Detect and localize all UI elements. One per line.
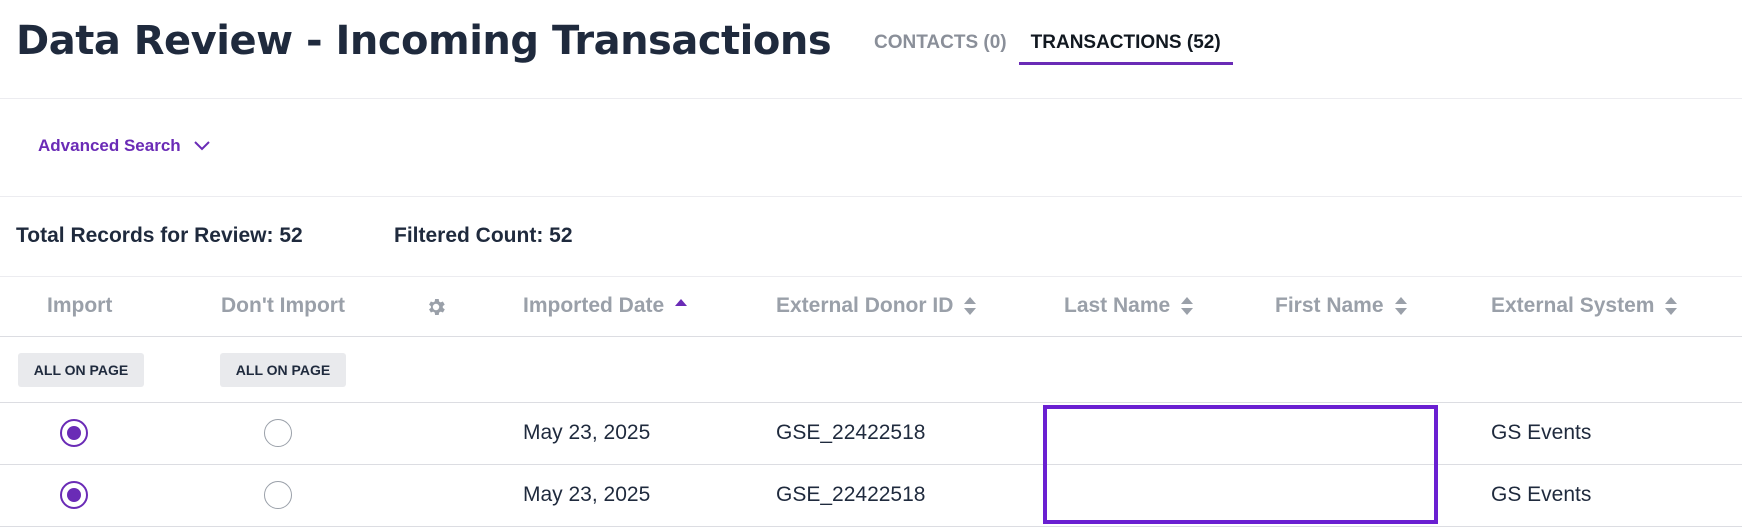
page-header: Data Review - Incoming Transactions CONT…: [0, 0, 1742, 99]
dont-import-all-on-page-button[interactable]: ALL ON PAGE: [220, 353, 346, 387]
divider: [0, 276, 1742, 277]
tab-transactions[interactable]: TRANSACTIONS (52): [1018, 28, 1233, 65]
dont-import-radio[interactable]: [264, 419, 292, 447]
chevron-down-icon: [193, 141, 210, 151]
column-header-external-donor-id[interactable]: External Donor ID: [776, 294, 977, 318]
column-header-dont-import: Don't Import: [221, 294, 345, 317]
table-row: May 23, 2025 GSE_22422518 GS Events: [0, 465, 1742, 527]
external-donor-id-cell: GSE_22422518: [776, 483, 926, 506]
column-header-external-system[interactable]: External System: [1491, 294, 1678, 318]
sort-icon[interactable]: [1180, 295, 1194, 317]
record-counts: Total Records for Review: 52 Filtered Co…: [16, 224, 573, 248]
import-all-on-page-button[interactable]: ALL ON PAGE: [18, 353, 144, 387]
tab-bar: CONTACTS (0) TRANSACTIONS (52): [862, 28, 1233, 65]
external-donor-id-cell: GSE_22422518: [776, 421, 926, 444]
external-system-cell: GS Events: [1491, 483, 1592, 506]
page-title: Data Review - Incoming Transactions: [16, 18, 832, 64]
column-header-last-name[interactable]: Last Name: [1064, 294, 1194, 318]
tab-contacts[interactable]: CONTACTS (0): [862, 28, 1019, 65]
gear-icon[interactable]: [425, 296, 447, 318]
imported-date-cell: May 23, 2025: [523, 421, 651, 444]
divider: [0, 336, 1742, 337]
column-header-imported-date[interactable]: Imported Date: [523, 294, 688, 318]
filtered-count: Filtered Count: 52: [394, 224, 573, 247]
sort-icon[interactable]: [1664, 295, 1678, 317]
table-row: May 23, 2025 GSE_22422518 GS Events: [0, 403, 1742, 465]
advanced-search-toggle[interactable]: Advanced Search: [38, 136, 211, 156]
dont-import-radio[interactable]: [264, 481, 292, 509]
import-radio[interactable]: [60, 419, 88, 447]
import-radio[interactable]: [60, 481, 88, 509]
divider: [0, 196, 1742, 197]
sort-icon[interactable]: [963, 295, 977, 317]
advanced-search-label: Advanced Search: [38, 136, 181, 155]
total-records: Total Records for Review: 52: [16, 224, 303, 247]
column-header-import: Import: [47, 294, 113, 317]
sort-ascending-icon[interactable]: [674, 295, 688, 317]
external-system-cell: GS Events: [1491, 421, 1592, 444]
column-settings[interactable]: [425, 296, 447, 318]
imported-date-cell: May 23, 2025: [523, 483, 651, 506]
sort-icon[interactable]: [1394, 295, 1408, 317]
column-header-first-name[interactable]: First Name: [1275, 294, 1408, 318]
